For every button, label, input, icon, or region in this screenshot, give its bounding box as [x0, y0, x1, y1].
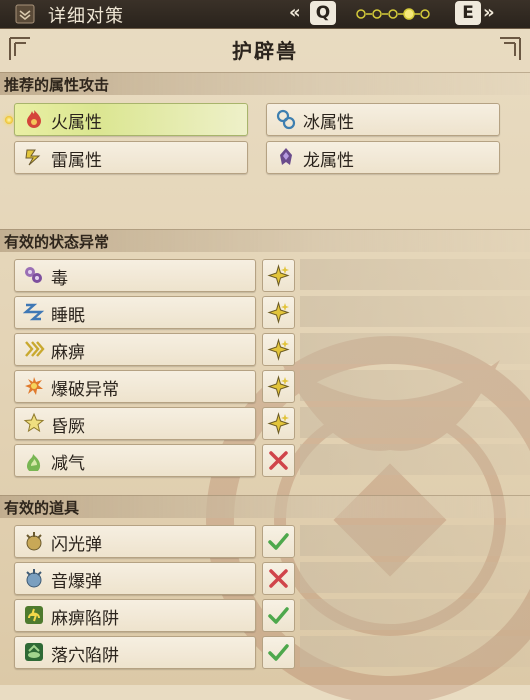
status-row-blast[interactable]: 爆破异常 [14, 370, 256, 403]
cross-icon [269, 569, 288, 588]
star-icon [267, 412, 290, 435]
element-dragon[interactable]: 龙属性 [266, 141, 500, 174]
row-stripe [300, 562, 530, 593]
row-label: 爆破异常 [51, 380, 119, 400]
status-row-stun[interactable]: 昏厥 [14, 407, 256, 440]
thunder-icon [25, 149, 41, 166]
page-dot [420, 9, 430, 19]
element-thunder[interactable]: 雷属性 [14, 141, 248, 174]
row-label: 麻痹陷阱 [51, 609, 119, 629]
poison-icon [25, 267, 42, 283]
section-header-status: 有效的状态异常 [0, 229, 530, 252]
next-page-key[interactable]: E [455, 1, 481, 25]
element-fire[interactable]: 火属性 [14, 103, 248, 136]
row-stripe [300, 444, 530, 475]
section-title: 推荐的属性攻击 [4, 76, 110, 94]
row-stripe [300, 525, 530, 556]
dragon-icon [280, 148, 292, 165]
paralysis-icon [25, 341, 45, 357]
section-header-items: 有效的道具 [0, 495, 530, 518]
element-label: 龙属性 [303, 151, 354, 171]
row-label: 闪光弹 [51, 535, 102, 555]
effectiveness-mark [262, 444, 295, 477]
effectiveness-mark [262, 333, 295, 366]
items-row-pitfall-trap[interactable]: 落穴陷阱 [14, 636, 256, 669]
effectiveness-mark [262, 407, 295, 440]
prev-arrow-icon[interactable]: « [289, 2, 301, 23]
effectiveness-mark [262, 525, 295, 558]
row-label: 麻痹 [51, 343, 85, 363]
sonic-bomb-icon [26, 569, 42, 588]
star-icon [267, 338, 290, 361]
element-label: 冰属性 [303, 113, 354, 133]
page-dot [356, 9, 366, 19]
document-icon [15, 4, 35, 24]
status-row-poison[interactable]: 毒 [14, 259, 256, 292]
shock-trap-icon [25, 606, 43, 624]
row-stripe [300, 370, 530, 401]
row-stripe [300, 259, 530, 290]
star-icon [267, 264, 290, 287]
stun-icon [23, 412, 45, 433]
row-label: 音爆弹 [51, 572, 102, 592]
items-row-sonic-bomb[interactable]: 音爆弹 [14, 562, 256, 595]
check-icon [268, 533, 289, 550]
exhaust-icon [27, 454, 41, 471]
page-title: 详细对策 [48, 6, 124, 27]
section-title: 有效的状态异常 [4, 233, 110, 251]
effectiveness-mark [262, 296, 295, 329]
status-row-sleep[interactable]: 睡眠 [14, 296, 256, 329]
status-row-exhaust[interactable]: 减气 [14, 444, 256, 477]
page-dot [388, 9, 398, 19]
prev-page-key[interactable]: Q [310, 1, 336, 25]
row-label: 落穴陷阱 [51, 646, 119, 666]
check-icon [268, 644, 289, 661]
row-label: 睡眠 [51, 306, 85, 326]
element-ice[interactable]: 冰属性 [266, 103, 500, 136]
effectiveness-mark [262, 259, 295, 292]
items-row-shock-trap[interactable]: 麻痹陷阱 [14, 599, 256, 632]
star-icon [267, 301, 290, 324]
page-dot-current [403, 8, 415, 20]
row-stripe [300, 296, 530, 327]
flash-pod-icon [26, 532, 42, 551]
title-bar: 详细对策 « Q E » [0, 0, 530, 29]
ice-icon [276, 109, 296, 130]
status-row-paralysis[interactable]: 麻痹 [14, 333, 256, 366]
element-label: 雷属性 [51, 151, 102, 171]
star-icon [267, 375, 290, 398]
row-stripe [300, 599, 530, 630]
page-indicator [356, 8, 430, 20]
selection-cursor-icon [5, 116, 13, 124]
effectiveness-mark [262, 599, 295, 632]
row-label: 昏厥 [51, 417, 85, 437]
element-label: 火属性 [51, 113, 102, 133]
blast-icon [25, 377, 43, 395]
monster-name: 护辟兽 [232, 39, 298, 63]
fire-icon [27, 110, 41, 128]
row-label: 毒 [51, 269, 68, 289]
page-dot [372, 9, 382, 19]
sleep-icon [23, 303, 45, 321]
pitfall-trap-icon [25, 643, 43, 661]
check-icon [268, 607, 289, 624]
row-stripe [300, 333, 530, 364]
cross-icon [269, 451, 288, 470]
row-stripe [300, 407, 530, 438]
effectiveness-mark [262, 636, 295, 669]
monster-name-banner: 护辟兽 [0, 32, 530, 66]
effectiveness-mark [262, 562, 295, 595]
effectiveness-mark [262, 370, 295, 403]
section-title: 有效的道具 [4, 499, 80, 517]
next-arrow-icon[interactable]: » [483, 2, 495, 23]
row-label: 减气 [51, 454, 85, 474]
section-header-elements: 推荐的属性攻击 [0, 72, 530, 95]
items-row-flash-pod[interactable]: 闪光弹 [14, 525, 256, 558]
row-stripe [300, 636, 530, 667]
